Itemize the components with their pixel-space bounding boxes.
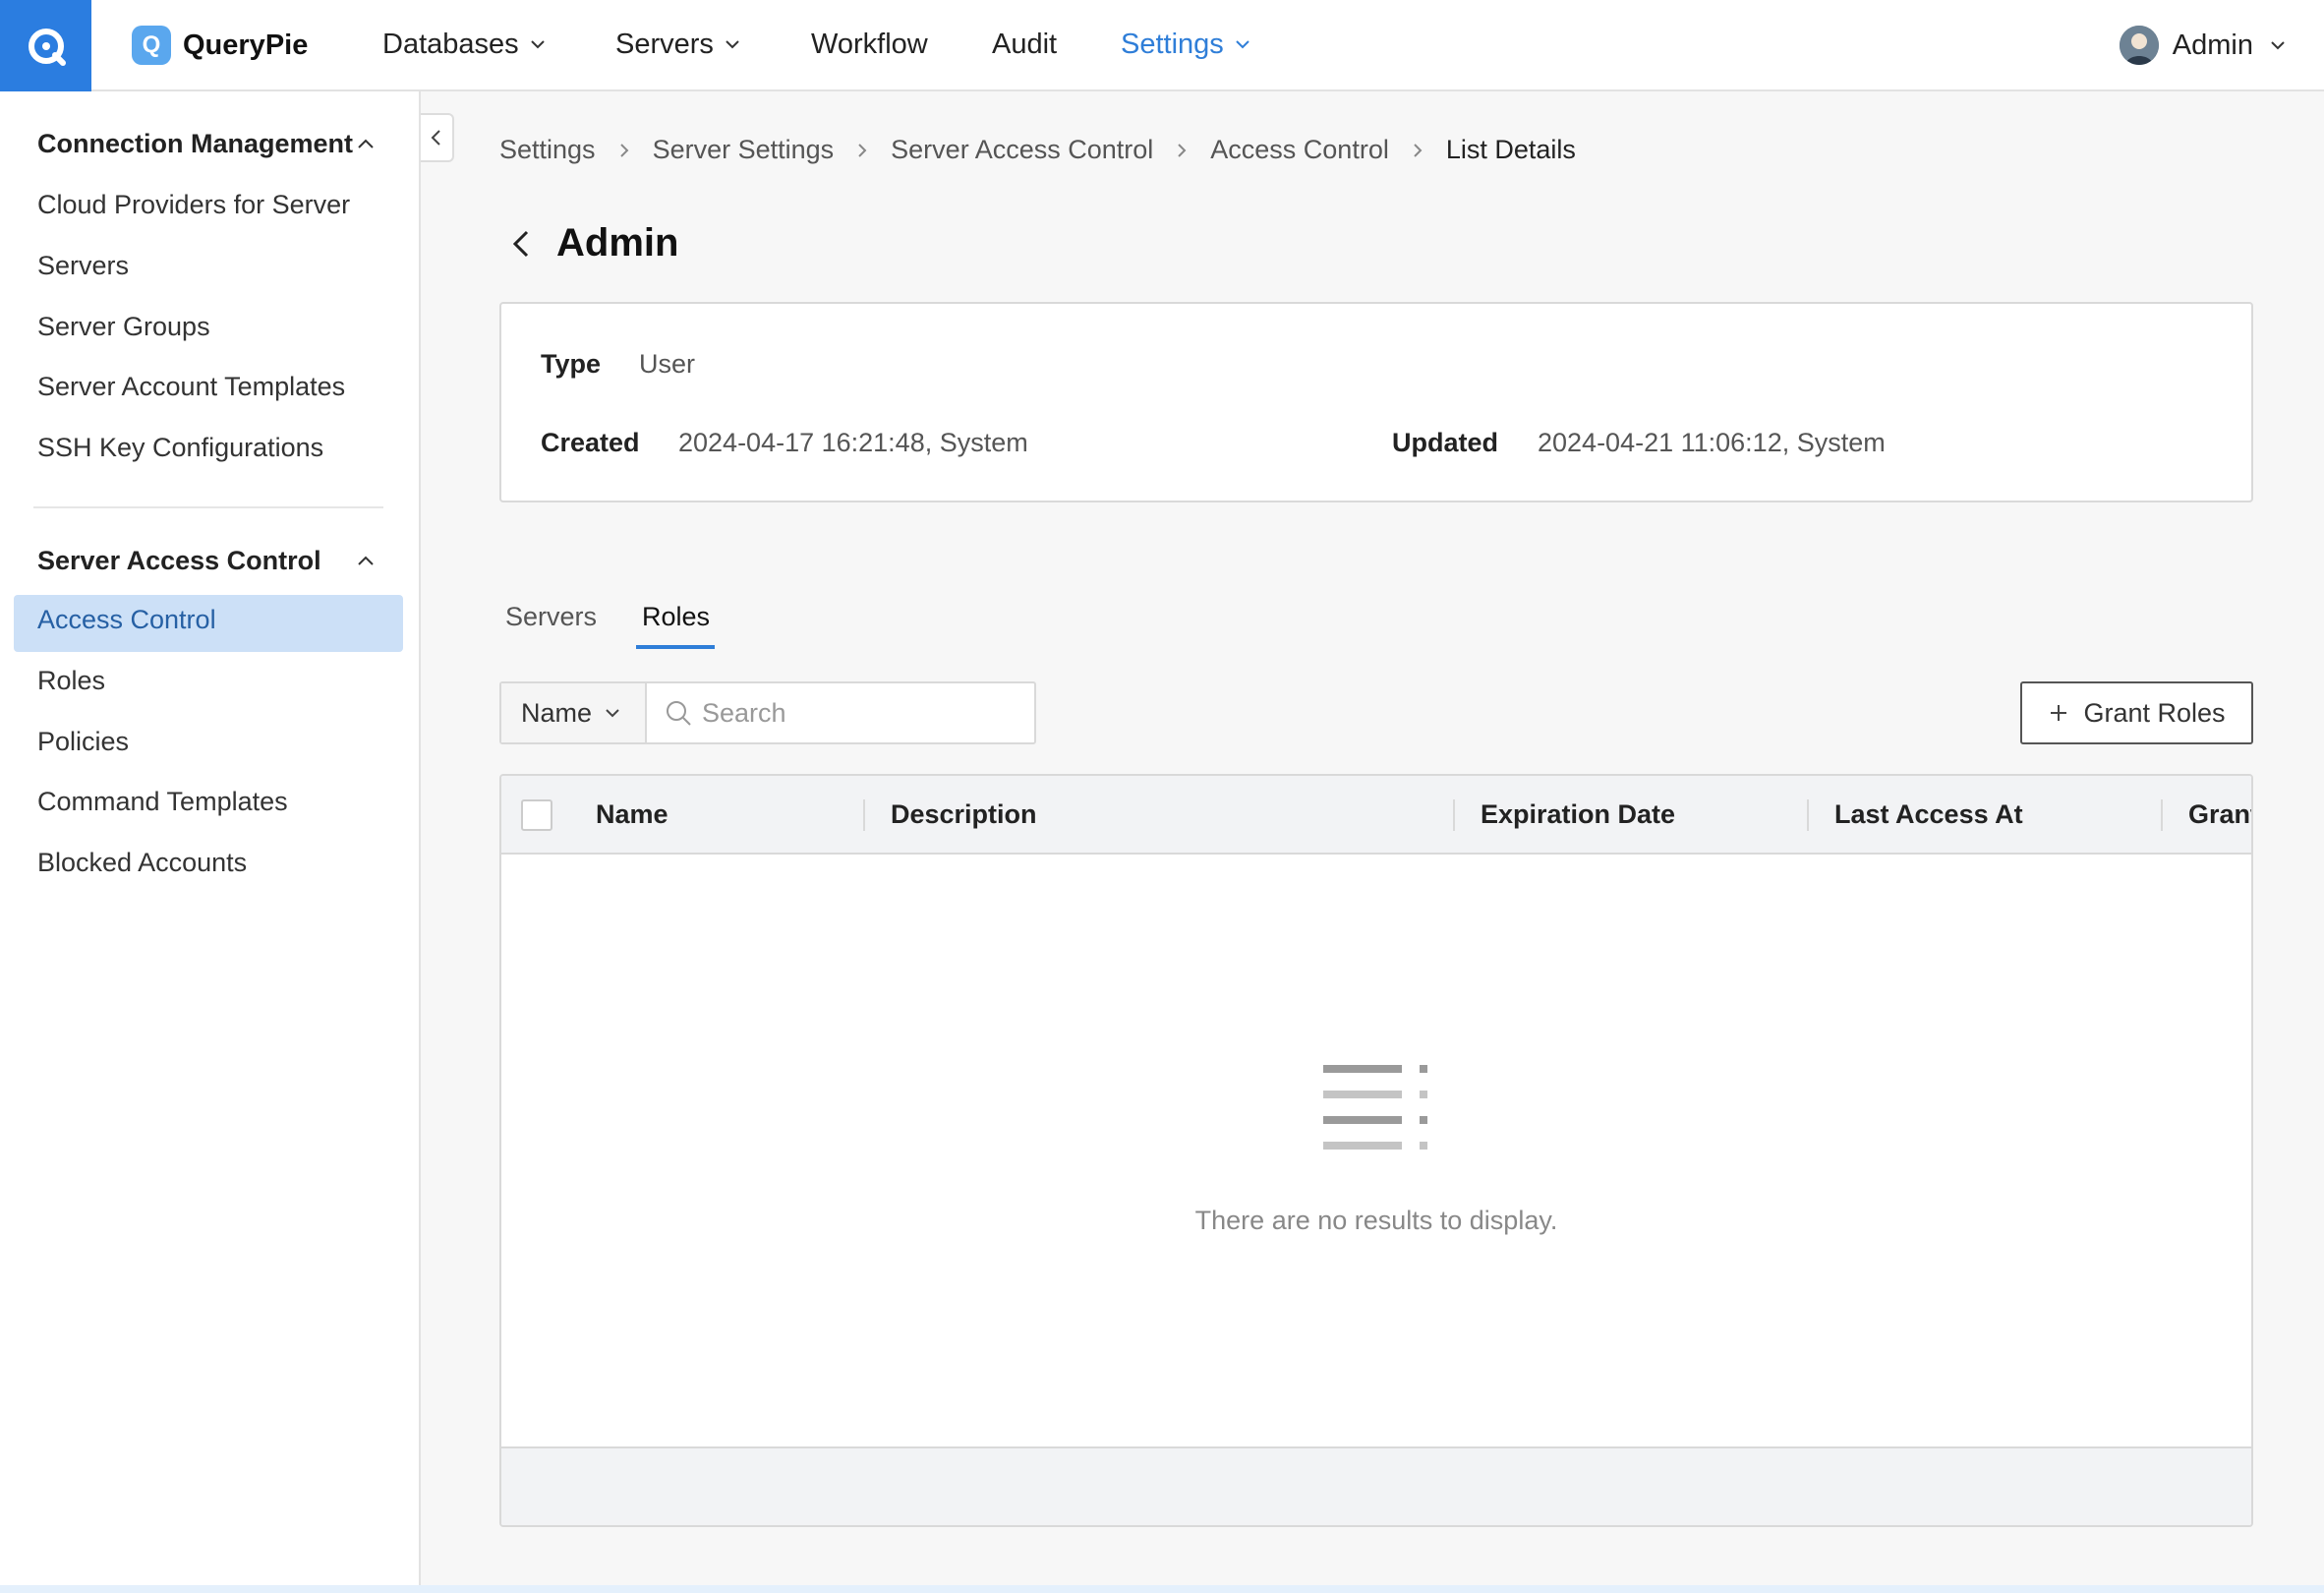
user-name: Admin — [2172, 29, 2253, 61]
nav-settings[interactable]: Settings — [1121, 0, 1253, 88]
search-icon — [667, 701, 691, 726]
empty-state-message: There are no results to display. — [1194, 1206, 1558, 1235]
table-header: Name Description Expiration Date Last Ac… — [501, 776, 2251, 855]
column-header-description[interactable]: Description — [891, 799, 1037, 830]
breadcrumb: Settings Server Settings Server Access C… — [499, 135, 1576, 165]
created-value: 2024-04-17 16:21:48, System — [678, 428, 1028, 457]
page-header: Admin — [507, 221, 678, 266]
nav-audit[interactable]: Audit — [992, 0, 1057, 88]
active-tab-indicator — [636, 645, 715, 649]
querypie-logo-icon — [28, 28, 66, 66]
info-card: Type User Created 2024-04-17 16:21:48, S… — [499, 302, 2253, 502]
sidebar-item-server-account-templates[interactable]: Server Account Templates — [37, 372, 345, 402]
app-logo[interactable] — [0, 0, 91, 91]
grant-roles-button[interactable]: Grant Roles — [2020, 681, 2253, 744]
user-avatar-icon — [2119, 26, 2159, 65]
sidebar-item-access-control[interactable]: Access Control — [37, 605, 216, 635]
chevron-down-icon — [606, 709, 619, 718]
search-box — [647, 683, 1034, 742]
sidebar-group-server-access-control[interactable]: Server Access Control — [37, 546, 378, 576]
type-value: User — [639, 349, 696, 379]
column-header-name[interactable]: Name — [596, 799, 668, 830]
updated-label: Updated — [1392, 428, 1498, 457]
nav-label: Workflow — [811, 28, 928, 60]
sidebar-item-policies[interactable]: Policies — [37, 727, 129, 757]
breadcrumb-settings[interactable]: Settings — [499, 135, 596, 165]
column-header-granted[interactable]: Granted — [2188, 799, 2251, 830]
back-arrow-icon[interactable] — [507, 226, 537, 262]
sidebar-item-ssh-key-configurations[interactable]: SSH Key Configurations — [37, 433, 323, 463]
type-label: Type — [541, 349, 602, 379]
nav-label: Settings — [1121, 28, 1224, 60]
nav-workflow[interactable]: Workflow — [811, 0, 928, 88]
sidebar-item-roles[interactable]: Roles — [37, 666, 105, 696]
user-menu[interactable]: Admin — [2119, 22, 2289, 69]
breadcrumb-access-control[interactable]: Access Control — [1210, 135, 1389, 165]
chevron-up-icon — [358, 556, 374, 565]
sidebar-item-command-templates[interactable]: Command Templates — [37, 787, 288, 817]
empty-list-icon — [1323, 1065, 1427, 1150]
bottom-strip — [0, 1585, 2324, 1593]
search-input[interactable] — [702, 697, 1026, 729]
sidebar-group-title: Connection Management — [37, 129, 354, 158]
sidebar-item-server-groups[interactable]: Server Groups — [37, 312, 210, 342]
created-label: Created — [541, 428, 640, 457]
chevron-right-icon — [1153, 142, 1210, 159]
page-title: Admin — [556, 221, 679, 265]
sidebar-group-connection-management[interactable]: Connection Management — [37, 129, 378, 159]
roles-table: Name Description Expiration Date Last Ac… — [499, 774, 2253, 1527]
sidebar-item-blocked-accounts[interactable]: Blocked Accounts — [37, 848, 247, 878]
nav-label: Databases — [382, 28, 519, 60]
sidebar-item-cloud-providers[interactable]: Cloud Providers for Server — [37, 190, 350, 220]
sidebar-group-title: Server Access Control — [37, 546, 321, 575]
avatar — [2119, 26, 2159, 65]
nav-label: Audit — [992, 28, 1058, 60]
grant-roles-label: Grant Roles — [2083, 697, 2226, 728]
sidebar: Connection Management Cloud Providers fo… — [0, 91, 421, 1586]
chevron-right-icon — [596, 142, 653, 159]
sidebar-collapse-button[interactable] — [421, 113, 454, 162]
chevron-down-icon — [530, 40, 545, 49]
tab-servers[interactable]: Servers — [505, 602, 597, 632]
column-resize-handle[interactable] — [1453, 799, 1455, 831]
tab-roles[interactable]: Roles — [642, 602, 710, 632]
chevron-right-icon — [1389, 142, 1446, 159]
nav-databases[interactable]: Databases — [382, 0, 549, 88]
filter-field-select[interactable]: Name — [501, 683, 647, 742]
breadcrumb-server-access-control[interactable]: Server Access Control — [891, 135, 1153, 165]
select-all-checkbox[interactable] — [521, 799, 552, 831]
brand[interactable]: Q QueryPie — [132, 24, 308, 67]
column-resize-handle[interactable] — [1807, 799, 1809, 831]
sidebar-divider — [33, 506, 383, 508]
column-resize-handle[interactable] — [2161, 799, 2163, 831]
chevron-up-icon — [358, 139, 374, 148]
column-resize-handle[interactable] — [863, 799, 865, 831]
brand-name: QueryPie — [183, 29, 309, 61]
brand-mark-icon: Q — [132, 26, 171, 65]
column-header-last-access-at[interactable]: Last Access At — [1834, 799, 2023, 830]
chevron-down-icon — [726, 40, 739, 49]
column-header-expiration-date[interactable]: Expiration Date — [1481, 799, 1675, 830]
filter-field-label: Name — [521, 697, 593, 728]
top-navigation-bar: Q QueryPie Databases Servers Workflow Au… — [0, 0, 2324, 91]
nav-servers[interactable]: Servers — [615, 0, 743, 88]
updated-value: 2024-04-21 11:06:12, System — [1538, 428, 1886, 457]
chevron-down-icon — [2271, 41, 2285, 50]
search-filter: Name — [499, 681, 1036, 744]
breadcrumb-server-settings[interactable]: Server Settings — [653, 135, 835, 165]
nav-label: Servers — [615, 28, 714, 60]
chevron-right-icon — [834, 142, 891, 159]
chevron-left-icon — [431, 130, 440, 146]
table-footer — [501, 1446, 2251, 1525]
plus-icon — [2051, 705, 2067, 721]
sidebar-item-servers[interactable]: Servers — [37, 251, 129, 281]
chevron-down-icon — [1236, 40, 1249, 49]
breadcrumb-list-details: List Details — [1445, 135, 1576, 164]
